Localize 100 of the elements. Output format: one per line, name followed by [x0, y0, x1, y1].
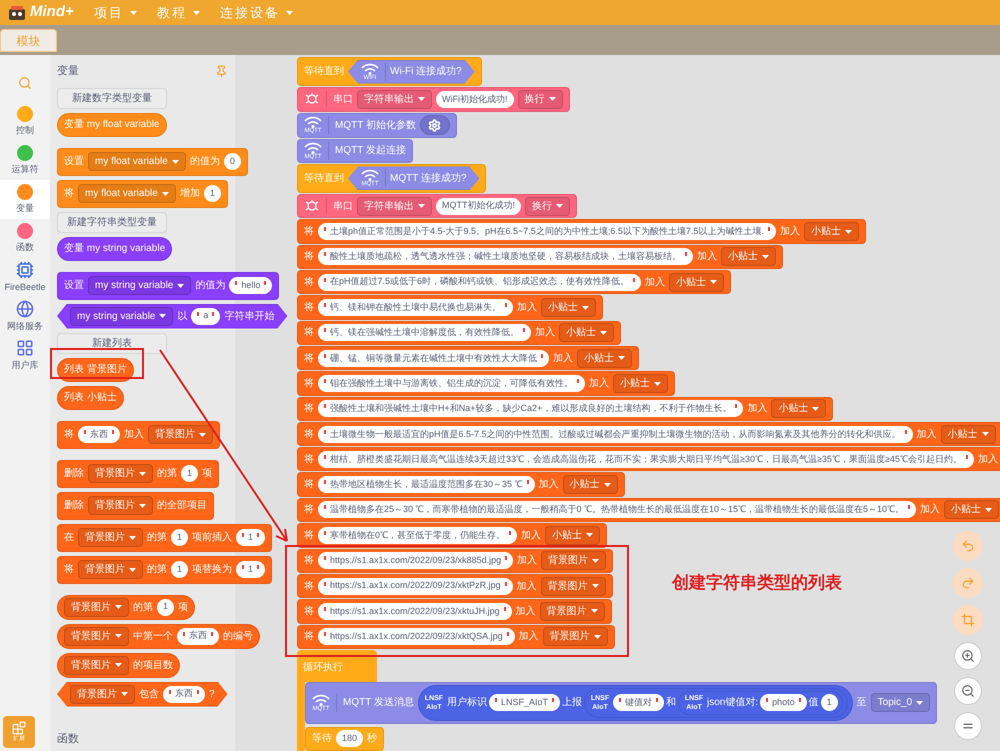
value-field[interactable]: 钼在强酸性土壤中与游离铁、铝生成的沉淀，可降低有效性。 — [318, 375, 585, 392]
value-field[interactable]: MQTT初始化成功! — [436, 198, 521, 215]
value-field[interactable]: 1 — [157, 598, 174, 616]
dropdown[interactable]: 换行 — [518, 90, 562, 109]
code-block[interactable]: 设置 my float variable 的值为 0 — [57, 148, 248, 176]
value-field[interactable]: WiFi初始化成功! — [436, 90, 514, 108]
value-field[interactable]: 酸性土壤质地疏松，透气透水性强；碱性土壤质地坚硬，容易板结成块，土壤容易板结。 — [318, 248, 693, 266]
code-block[interactable]: 设置 my string variable 的值为 hello — [57, 272, 280, 300]
value-field[interactable]: 1 — [820, 694, 838, 712]
code-block[interactable]: 将 寒带植物在0℃，甚至低于零度，仍能生存。 加入 小贴士 — [297, 523, 608, 548]
code-block[interactable]: 将 my float variable 增加 1 — [57, 180, 228, 208]
value-field[interactable]: 东西 — [163, 686, 205, 702]
settings-button[interactable] — [420, 115, 450, 136]
dropdown[interactable]: 小贴士 — [944, 500, 1000, 520]
dropdown[interactable]: 背景图片 — [78, 560, 143, 579]
code-block[interactable]: 将 https://s1.ax1x.com/2022/09/23/xktQSA.jpg 加入 背景图片 — [297, 624, 615, 649]
code-block[interactable]: 将 背景图片 的第 1 项替换为 1 — [57, 556, 272, 584]
value-field[interactable]: 键值对 — [612, 694, 664, 712]
code-block[interactable]: 将 土壤ph值正常范围是小于4.5-大于9.5。pH在6.5~7.5之间的为中性土壤;6.5以下为酸性土壤7.5以上为碱性土壤. 加入 小贴士 — [297, 219, 866, 244]
value-field[interactable]: 强酸性土壤和强碱性土壤中H+和Na+较多，缺少Ca2+，难以形成良好的土壤结构，不利于作物生长。 — [318, 400, 744, 418]
dropdown[interactable]: 小贴士 — [545, 526, 600, 545]
category-item[interactable]: FireBeetle — [0, 258, 50, 297]
category-item[interactable]: 用户库 — [0, 336, 50, 375]
dropdown[interactable]: 背景图片 — [78, 528, 143, 547]
dropdown[interactable]: my string variable — [70, 306, 174, 326]
value-field[interactable]: https://s1.ax1x.com/2022/09/23/xk885d.jpg — [318, 552, 514, 570]
dropdown[interactable]: 背景图片 — [542, 627, 608, 646]
code-block[interactable]: 将 柑桔、脐橙类盛花期日最高气温连续3天超过33℃，会造成高温伤花，花而不实；果实膨大期日平均气温≥30℃，日最高气温≥35℃，果面温度≥45℃会引起日灼。 加入 — [297, 447, 1000, 472]
code-block[interactable]: 将 钼在强酸性土壤中与游离铁、铝生成的沉淀，可降低有效性。 加入 小贴士 — [297, 371, 675, 396]
value-field[interactable]: 硼、锰、铜等微量元素在碱性土壤中有效性大大降低 — [318, 350, 549, 367]
code-block[interactable]: 将 https://s1.ax1x.com/2022/09/23/xktuJH.jpg 加入 背景图片 — [297, 599, 612, 624]
value-field[interactable]: 寒带植物在0℃，甚至低于零度，仍能生存。 — [318, 526, 518, 544]
dropdown[interactable]: Topic_0 — [870, 693, 930, 712]
dropdown[interactable]: 字符串输出 — [357, 196, 432, 216]
category-item[interactable]: 网络服务 — [0, 297, 50, 336]
dropdown[interactable]: 背景图片 — [70, 684, 135, 704]
dropdown[interactable]: 小贴士 — [613, 374, 668, 394]
code-block[interactable]: 将 强酸性土壤和强碱性土壤中H+和Na+较多，缺少Ca2+，难以形成良好的土壤结构，不利于作物生长。 加入 小贴士 — [297, 396, 834, 422]
value-field[interactable]: 1 — [171, 529, 188, 546]
category-item[interactable]: 函数 — [0, 219, 50, 258]
dropdown[interactable]: 小贴士 — [562, 475, 618, 494]
code-block[interactable]: 将 钙、镁在强碱性土壤中溶解度低，有效性降低。 加入 小贴士 — [297, 320, 621, 346]
code-block[interactable]: 将 硼、锰、铜等微量元素在碱性土壤中有效性大大降低 加入 小贴士 — [297, 346, 639, 370]
value-field[interactable]: 土壤微生物一般最适宜的pH值是6.5-7.5之间的中性范围。过酸或过碱都会严重抑制土壤微生物的活动，从而影响氮素及其他养分的转化和供应。 — [318, 426, 913, 443]
create-button[interactable]: 新建列表 — [57, 332, 167, 354]
create-button[interactable]: 新建数字类型变量 — [57, 88, 167, 108]
code-block[interactable]: 将 热带地区植物生长，最适温度范围多在30～35 ℃ 加入 小贴士 — [297, 472, 625, 497]
code-block[interactable]: 串口 字符串输出 WiFi初始化成功! 换行 — [297, 87, 570, 112]
dropdown[interactable]: 背景图片 — [540, 576, 606, 596]
value-field[interactable]: 1 — [171, 561, 188, 578]
dropdown[interactable]: 小贴士 — [559, 323, 614, 342]
value-field[interactable]: photo — [760, 694, 807, 712]
code-block[interactable]: 删除 背景图片 的全部项目 — [57, 492, 214, 520]
value-field[interactable]: 1 — [236, 529, 266, 546]
dropdown[interactable]: 换行 — [525, 196, 570, 216]
dropdown[interactable]: 背景图片 — [88, 464, 153, 483]
value-field[interactable]: 热带地区植物生长，最适温度范围多在30～35 ℃ — [318, 476, 535, 494]
category-item[interactable]: 运算符 — [0, 141, 50, 180]
dropdown[interactable]: my string variable — [88, 276, 192, 295]
value-field[interactable]: 1 — [236, 561, 266, 578]
dropdown[interactable]: 小贴士 — [940, 424, 996, 444]
dropdown[interactable]: 小贴士 — [804, 222, 859, 242]
value-field[interactable]: 东西 — [177, 628, 219, 644]
value-field[interactable]: 土壤ph值正常范围是小于4.5-大于9.5。pH在6.5~7.5之间的为中性土壤;6.5以下为酸性土壤7.5以上为碱性土壤. — [318, 223, 776, 240]
dropdown[interactable]: 背景图片 — [64, 656, 129, 674]
code-block[interactable]: 背景图片 的项目数 — [57, 652, 180, 678]
code-block[interactable]: 删除 背景图片 的第 1 项 — [57, 460, 220, 488]
dropdown[interactable]: 字符串输出 — [357, 90, 432, 109]
code-block[interactable]: 背景图片 包含 东西 ? — [57, 682, 228, 706]
code-block[interactable]: 将 温带植物多在25～30 ℃，而寒带植物的最适温度，一般稍高于0 ℃。热带植物生长的最低温度在10～15℃，温带植物生长的最低温度在5～10℃。 加入 小贴士 — [297, 498, 1000, 522]
dropdown[interactable]: 背景图片 — [148, 425, 213, 444]
code-block[interactable]: 将 酸性土壤质地疏松，透气透水性强；碱性土壤质地坚硬，容易板结成块，土壤容易板结。 加入 小贴士 — [297, 244, 783, 270]
dropdown[interactable]: 背景图片 — [541, 551, 606, 570]
value-field[interactable]: https://s1.ax1x.com/2022/09/23/xktuJH.jpg — [318, 602, 512, 620]
value-field[interactable]: 在pH值超过7.5或低于6时，磷酸和钙或铁、铝形成迟效态，使有效性降低。 — [318, 274, 642, 291]
value-field[interactable]: LNSF_AIoT — [488, 694, 560, 712]
code-block[interactable]: 串口 字符串输出 MQTT初始化成功! 换行 — [297, 194, 577, 218]
dropdown[interactable]: 小贴士 — [771, 399, 826, 418]
code-block[interactable]: 将 东西 加入 背景图片 — [57, 420, 220, 448]
value-field[interactable]: https://s1.ax1x.com/2022/09/23/xktQSA.jpg — [318, 628, 515, 646]
dropdown[interactable]: 背景图片 — [88, 496, 153, 515]
code-block[interactable]: 将 土壤微生物一般最适宜的pH值是6.5-7.5之间的中性范围。过酸或过碱都会严重抑制土壤微生物的活动，从而影响氮素及其他养分的转化和供应。 加入 小贴士 — [297, 422, 1000, 446]
value-field[interactable]: 东西 — [78, 426, 120, 443]
code-block[interactable]: 将 https://s1.ax1x.com/2022/09/23/xk885d.jpg 加入 背景图片 — [297, 548, 614, 573]
dropdown[interactable]: 小贴士 — [577, 348, 632, 368]
code-block[interactable]: 将 钙、镁和钾在酸性土壤中易代换也易淋失。 加入 小贴士 — [297, 295, 603, 320]
dropdown[interactable]: 小贴士 — [669, 272, 724, 292]
value-field[interactable]: 钙、镁和钾在酸性土壤中易代换也易淋失。 — [318, 299, 513, 316]
value-field[interactable]: 钙、镁在强碱性土壤中溶解度低，有效性降低。 — [318, 324, 531, 342]
code-block[interactable]: 变量 my string variable — [57, 236, 172, 260]
value-field[interactable]: a — [191, 308, 220, 324]
dropdown[interactable]: 小贴士 — [721, 247, 776, 266]
category-item[interactable]: 控制 — [0, 102, 50, 141]
dropdown[interactable]: 背景图片 — [64, 598, 129, 616]
value-field[interactable]: 1 — [181, 465, 198, 482]
value-field[interactable]: hello — [229, 277, 272, 294]
dropdown[interactable]: 背景图片 — [540, 602, 605, 621]
dropdown[interactable]: 背景图片 — [64, 626, 129, 646]
code-block[interactable]: 背景图片 的第 1 项 — [57, 594, 196, 620]
value-field[interactable]: 180 — [336, 730, 364, 748]
